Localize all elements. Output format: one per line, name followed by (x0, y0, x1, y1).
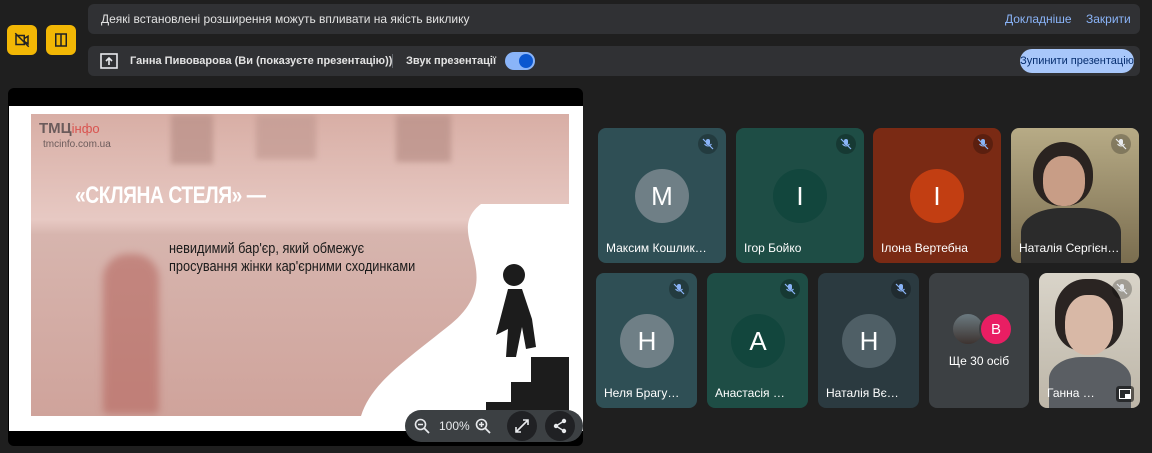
divider (392, 54, 393, 68)
participant-name: Наталія Вє… (826, 386, 899, 400)
mic-off-icon (891, 279, 911, 299)
blurred-woman-figure (103, 254, 159, 414)
avatar: І (910, 169, 964, 223)
avatar: Н (620, 314, 674, 368)
side-panel-button[interactable] (46, 25, 76, 55)
background-figure (256, 114, 316, 159)
zoom-in-icon (475, 418, 491, 434)
slide-title: «СКЛЯНА СТЕЛЯ» — (75, 182, 266, 209)
subtitle-line: невидимий бар'єр, який обмежує (169, 240, 365, 257)
participant-name: Ілона Вертебна (881, 241, 968, 255)
more-participants-label: Ще 30 осіб (948, 354, 1010, 368)
mic-off-icon (780, 279, 800, 299)
presentation-slide: ТМЦінфо tmcinfo.com.ua «СКЛЯНА СТЕЛЯ» — … (9, 106, 583, 431)
presentation-zoom-bar: 100% (405, 410, 583, 442)
zoom-level: 100% (439, 419, 470, 433)
zoom-out-icon (414, 418, 430, 434)
no-video-button[interactable] (7, 25, 37, 55)
participant-name: Неля Брагу… (604, 386, 680, 400)
logo-suffix: інфо (71, 121, 100, 136)
participant-tile[interactable]: І Ілона Вертебна (873, 128, 1001, 263)
fullscreen-icon (515, 419, 529, 433)
tmc-logo: ТМЦінфо (39, 120, 100, 137)
more-participants-tile[interactable]: В Ще 30 осіб (929, 273, 1029, 408)
mic-off-icon (836, 134, 856, 154)
video-person-face (1065, 295, 1113, 355)
participant-name: Наталія Сергієн… (1019, 241, 1120, 255)
video-person-face (1043, 156, 1085, 206)
participant-tile[interactable]: А Анастасія … (707, 273, 808, 408)
present-screen-icon (100, 53, 118, 72)
presenter-name: Ганна Пивоварова (Ви (показуєте презента… (130, 55, 393, 67)
zoom-out-button[interactable] (407, 411, 437, 441)
participant-name: Ганна … (1047, 386, 1095, 400)
avatar: Н (842, 314, 896, 368)
zoom-in-button[interactable] (468, 411, 498, 441)
woman-on-stairs-icon (486, 264, 569, 416)
stop-presenting-button[interactable]: Зупинити презентацію (1020, 49, 1134, 73)
side-panel-icon (55, 33, 67, 47)
share-icon (553, 418, 567, 434)
participant-tile[interactable]: І Ігор Бойко (736, 128, 864, 263)
participant-name: Ігор Бойко (744, 241, 802, 255)
logo-text: ТМЦ (39, 120, 72, 137)
extension-warning-text: Деякі встановлені розширення можуть впли… (101, 12, 470, 26)
logo-site: tmcinfo.com.ua (43, 139, 111, 150)
participant-tile[interactable]: М Максим Кошлик… (598, 128, 726, 263)
slide-content: ТМЦінфо tmcinfo.com.ua «СКЛЯНА СТЕЛЯ» — … (31, 114, 569, 416)
mic-off-icon (698, 134, 718, 154)
self-video-tile[interactable]: Ганна … (1039, 273, 1140, 408)
extension-warning-banner: Деякі встановлені розширення можуть впли… (88, 4, 1140, 34)
participant-name: Максим Кошлик… (606, 241, 707, 255)
participant-name: Анастасія … (715, 386, 785, 400)
presentation-sound-label: Звук презентації (406, 55, 497, 67)
subtitle-line: просування жінки кар'єрними сходинками (169, 258, 416, 275)
toggle-knob (519, 54, 533, 68)
picture-in-picture-icon[interactable] (1116, 386, 1134, 402)
share-button[interactable] (545, 411, 575, 441)
avatar: І (773, 169, 827, 223)
slide-subtitle: невидимий бар'єр, який обмежує просуванн… (169, 240, 415, 276)
presentation-sound-toggle[interactable] (505, 52, 535, 70)
avatar: А (731, 314, 785, 368)
mic-off-icon (973, 134, 993, 154)
participant-tile[interactable]: Н Наталія Вє… (818, 273, 919, 408)
participant-tile-video[interactable]: Наталія Сергієн… (1011, 128, 1139, 263)
mic-off-icon (669, 279, 689, 299)
background-figure (171, 114, 213, 164)
participant-tile[interactable]: Н Неля Брагу… (596, 273, 697, 408)
background-figure (396, 114, 451, 162)
fullscreen-button[interactable] (507, 411, 537, 441)
no-video-icon (14, 32, 30, 48)
details-link[interactable]: Докладніше (1005, 12, 1072, 26)
avatar: М (635, 169, 689, 223)
presenting-bar: Ганна Пивоварова (Ви (показуєте презента… (88, 46, 1140, 76)
avatar: В (979, 312, 1013, 346)
mic-off-icon (1112, 279, 1132, 299)
mic-off-icon (1111, 134, 1131, 154)
close-banner-link[interactable]: Закрити (1086, 12, 1131, 26)
